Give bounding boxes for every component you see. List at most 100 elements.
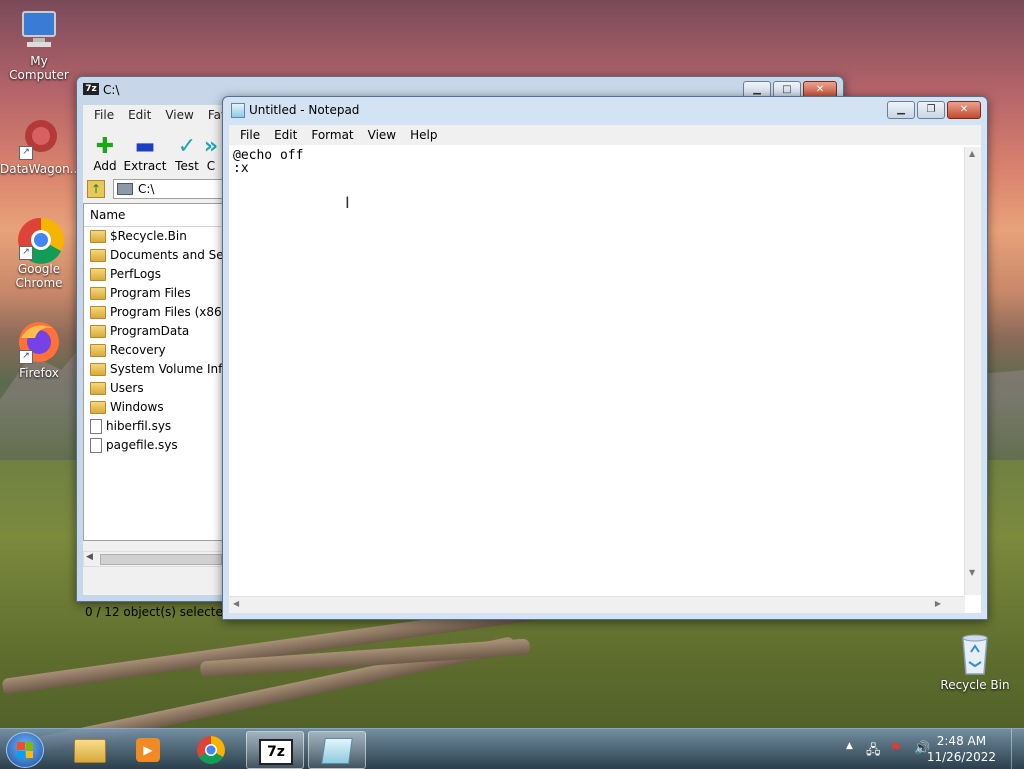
list-item[interactable]: $Recycle.Bin xyxy=(84,227,222,246)
window-title: Untitled - Notepad xyxy=(249,103,360,117)
menu-file[interactable]: File xyxy=(233,128,267,142)
taskbar-clock[interactable]: 2:48 AM 11/26/2022 xyxy=(927,733,996,765)
scroll-up-icon[interactable]: ▲ xyxy=(969,149,975,158)
plus-icon: ✚ xyxy=(95,134,115,159)
list-item[interactable]: System Volume Inforn xyxy=(84,360,222,379)
add-button[interactable]: ✚ Add xyxy=(83,134,127,174)
desktop-icon-recycle-bin[interactable]: Recycle Bin xyxy=(936,632,1014,692)
list-item[interactable]: Program Files xyxy=(84,284,222,303)
drive-icon xyxy=(117,183,133,195)
copy-button[interactable]: » C xyxy=(201,135,221,173)
taskbar: ▶ 7z ▲ 🖧 ⚑ 🔊 2:48 AM 11/26/2022 xyxy=(0,728,1024,769)
firefox-icon: ↗ xyxy=(17,320,61,364)
folder-icon xyxy=(90,287,106,300)
notepad-window[interactable]: Untitled - Notepad ▁ ❐ ✕ File Edit Forma… xyxy=(222,96,988,620)
scroll-thumb[interactable] xyxy=(100,554,222,565)
item-name: Program Files xyxy=(110,286,191,300)
scroll-left-icon[interactable]: ◀ xyxy=(233,599,239,608)
start-button[interactable] xyxy=(6,732,44,768)
notepad-titlebar[interactable]: Untitled - Notepad ▁ ❐ ✕ xyxy=(223,97,987,123)
notepad-app-icon xyxy=(231,103,245,118)
close-button[interactable]: ✕ xyxy=(947,101,981,119)
7zip-icon: 7z xyxy=(259,739,293,765)
folder-icon xyxy=(90,363,106,376)
column-header-name[interactable]: Name xyxy=(84,204,222,227)
list-item[interactable]: PerfLogs xyxy=(84,265,222,284)
horizontal-scrollbar[interactable]: ◀ ▶ xyxy=(229,596,965,613)
list-item[interactable]: Program Files (x86) xyxy=(84,303,222,322)
notepad-text-area[interactable] xyxy=(231,147,967,597)
network-icon[interactable]: 🖧 xyxy=(866,741,881,763)
datawagon-icon: ↗ xyxy=(17,116,61,160)
text-cursor-icon: I xyxy=(345,193,350,212)
file-icon xyxy=(90,419,102,434)
status-bar: 0 / 12 object(s) selected xyxy=(85,605,231,619)
menu-view[interactable]: View xyxy=(361,128,403,142)
shortcut-arrow-icon: ↗ xyxy=(19,350,33,364)
action-center-icon[interactable]: ⚑ xyxy=(890,741,902,756)
horizontal-scrollbar[interactable]: ◀ xyxy=(83,551,223,567)
recycle-bin-icon xyxy=(953,632,997,676)
show-hidden-icons-icon[interactable]: ▲ xyxy=(846,741,853,751)
menu-edit[interactable]: Edit xyxy=(121,108,158,122)
menu-view[interactable]: View xyxy=(158,108,200,122)
item-name: Documents and Settin xyxy=(110,248,223,262)
scroll-left-icon[interactable]: ◀ xyxy=(86,552,93,562)
clock-date: 11/26/2022 xyxy=(926,750,996,764)
minimize-button[interactable]: ▁ xyxy=(887,101,915,119)
desktop-icon-my-computer[interactable]: My Computer xyxy=(0,8,78,82)
folder-icon xyxy=(90,230,106,243)
item-name: PerfLogs xyxy=(110,267,162,281)
item-name: $Recycle.Bin xyxy=(110,229,187,243)
list-item[interactable]: ProgramData xyxy=(84,322,222,341)
shortcut-arrow-icon: ↗ xyxy=(19,246,33,260)
folder-icon xyxy=(90,325,106,338)
item-name: System Volume Inforn xyxy=(110,362,223,376)
list-item[interactable]: hiberfil.sys xyxy=(84,417,222,436)
item-name: ProgramData xyxy=(110,324,190,338)
path-field[interactable]: C:\ xyxy=(113,179,225,199)
menu-format[interactable]: Format xyxy=(304,128,360,142)
taskbar-chrome-button[interactable] xyxy=(184,731,240,767)
clock-time: 2:48 AM xyxy=(936,734,987,748)
scroll-right-icon[interactable]: ▶ xyxy=(935,599,941,608)
desktop-icon-google-chrome[interactable]: ↗ Google Chrome xyxy=(0,216,78,290)
window-title: C:\ xyxy=(103,83,120,97)
chrome-icon xyxy=(196,735,226,768)
menu-help[interactable]: Help xyxy=(403,128,444,142)
folder-icon xyxy=(90,268,106,281)
computer-icon xyxy=(17,8,61,52)
item-name: Program Files (x86) xyxy=(110,305,223,319)
address-bar: ↑ C:\ xyxy=(83,177,225,201)
folder-icon xyxy=(90,306,106,319)
taskbar-notepad-button[interactable] xyxy=(308,731,366,769)
folder-icon xyxy=(90,249,106,262)
extract-button[interactable]: ▬ Extract xyxy=(123,135,167,174)
desktop-icon-firefox[interactable]: ↗ Firefox xyxy=(0,320,78,380)
item-name: pagefile.sys xyxy=(106,438,178,452)
list-item[interactable]: Recovery xyxy=(84,341,222,360)
scroll-down-icon[interactable]: ▼ xyxy=(969,568,975,577)
show-desktop-button[interactable] xyxy=(1011,729,1024,769)
list-item[interactable]: Users xyxy=(84,379,222,398)
folder-icon xyxy=(90,344,106,357)
vertical-scrollbar[interactable]: ▲ ▼ xyxy=(964,147,981,595)
taskbar-explorer-button[interactable] xyxy=(62,731,118,767)
restore-button[interactable]: ❐ xyxy=(917,101,945,119)
list-item[interactable]: pagefile.sys xyxy=(84,436,222,455)
menu-file[interactable]: File xyxy=(87,108,121,122)
item-name: hiberfil.sys xyxy=(106,419,172,433)
desktop-icon-label: Recycle Bin xyxy=(940,678,1010,692)
chrome-icon: ↗ xyxy=(17,216,64,264)
item-name: Windows xyxy=(110,400,164,414)
desktop-icon-datawagon[interactable]: ↗ DataWagon... xyxy=(0,116,82,176)
file-list[interactable]: Name $Recycle.Bin Documents and Settin P… xyxy=(83,203,223,541)
desktop-icon-label: My Computer xyxy=(9,54,69,82)
list-item[interactable]: Windows xyxy=(84,398,222,417)
list-item[interactable]: Documents and Settin xyxy=(84,246,222,265)
taskbar-7zip-button[interactable]: 7z xyxy=(246,731,304,769)
menu-edit[interactable]: Edit xyxy=(267,128,304,142)
taskbar-media-player-button[interactable]: ▶ xyxy=(122,731,178,767)
folder-up-icon[interactable]: ↑ xyxy=(87,180,105,198)
desktop-icon-label: DataWagon... xyxy=(0,162,82,176)
